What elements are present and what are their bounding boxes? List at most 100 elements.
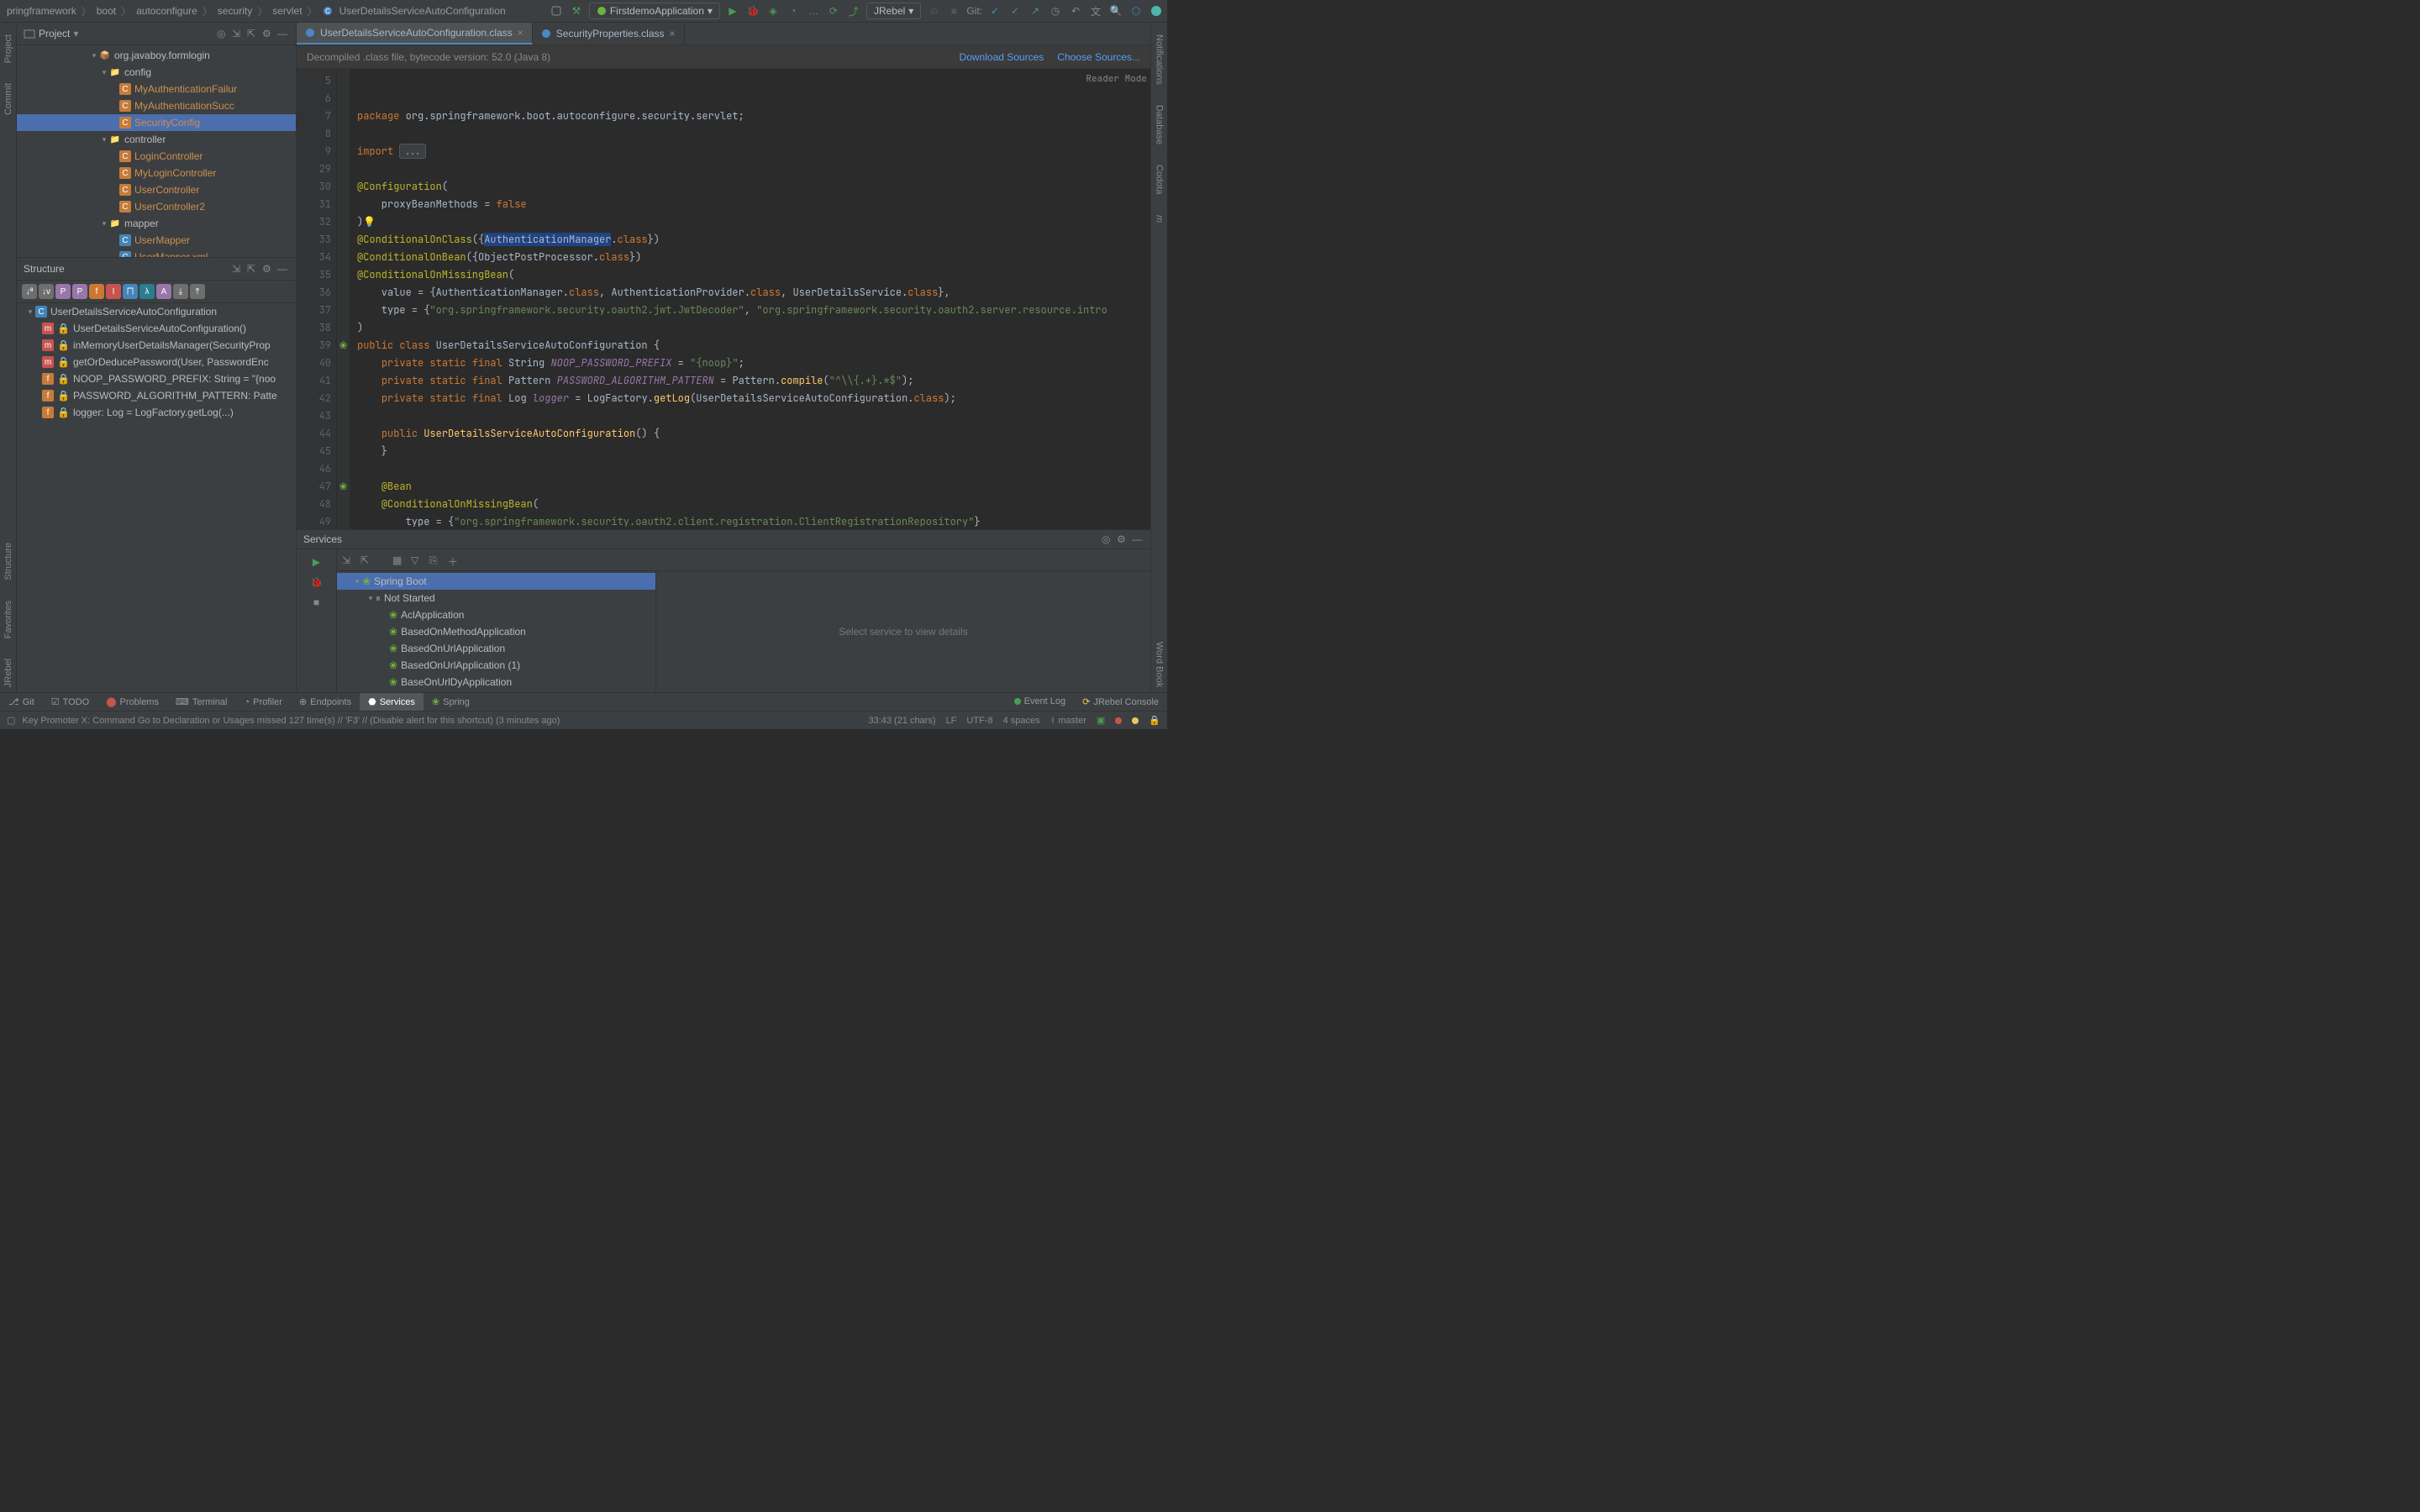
filter-lambda-icon[interactable]: λ — [139, 284, 155, 299]
services-tree[interactable]: ▾❀Spring Boot▾⏸Not Started❀AclApplicatio… — [337, 571, 656, 692]
add-icon[interactable]: ＋ — [448, 554, 460, 566]
svc-debug-button[interactable]: 🐞 — [309, 575, 324, 590]
structure-tree[interactable]: ▾CUserDetailsServiceAutoConfigurationm🔒U… — [17, 303, 296, 692]
filter-p-icon[interactable]: P — [55, 284, 71, 299]
terminal-tab[interactable]: ⌨Terminal — [167, 693, 235, 711]
tree-row[interactable]: m🔒inMemoryUserDetailsManager(SecurityPro… — [17, 337, 296, 354]
filter-a-icon[interactable]: A — [156, 284, 171, 299]
coverage-button[interactable]: ◈ — [765, 3, 781, 18]
translate-icon[interactable]: 文 — [1088, 3, 1103, 18]
autoscroll-icon[interactable]: ⤓ — [173, 284, 188, 299]
expand-icon[interactable]: ⇲ — [232, 263, 244, 275]
tree-row[interactable]: m🔒getOrDeducePassword(User, PasswordEnc — [17, 354, 296, 370]
project-tab[interactable]: Project — [2, 29, 15, 68]
maven-tab[interactable]: m — [1153, 210, 1166, 228]
hide-icon[interactable]: — — [277, 28, 289, 39]
hammer-icon[interactable]: ⚒ — [569, 3, 584, 18]
tree-row[interactable]: CUserController — [17, 181, 296, 198]
vcs-push-icon[interactable]: ↗ — [1028, 3, 1043, 18]
editor-tab[interactable]: SecurityProperties.class × — [533, 23, 685, 45]
crumb[interactable]: boot — [93, 5, 119, 17]
lock-icon[interactable]: 🔒 — [1149, 715, 1160, 726]
event-log-tab[interactable]: Event Log — [1006, 696, 1075, 706]
stop-icon[interactable]: ⊘ — [926, 3, 941, 18]
autoscroll2-icon[interactable]: ⤒ — [190, 284, 205, 299]
project-tree[interactable]: ▾📦org.javaboy.formlogin▾📁configCMyAuthen… — [17, 45, 296, 257]
svc-stop-button[interactable]: ■ — [309, 595, 324, 610]
favorites-tab[interactable]: Favorites — [2, 596, 15, 643]
expand-icon[interactable]: ⇲ — [342, 554, 354, 566]
collapse-icon[interactable]: ⇱ — [247, 263, 259, 275]
tree-row[interactable]: ❀BasedOnUrlApplication (1) — [337, 657, 655, 674]
spring-tab[interactable]: ❀Spring — [424, 693, 478, 711]
hide-icon[interactable]: — — [277, 263, 289, 275]
commit-tab[interactable]: Commit — [2, 78, 15, 120]
notifications-tab[interactable]: Notifications — [1153, 29, 1166, 90]
tree-row[interactable]: f🔒NOOP_PASSWORD_PREFIX: String = "{noo — [17, 370, 296, 387]
process-icon[interactable]: ▣ — [1097, 715, 1105, 726]
tree-row[interactable]: f🔒logger: Log = LogFactory.getLog(...) — [17, 404, 296, 421]
ide-update-icon[interactable]: ⬡ — [1128, 3, 1144, 18]
sort-visibility-icon[interactable]: ↓v — [39, 284, 54, 299]
tree-row[interactable]: m🔒UserDetailsServiceAutoConfiguration() — [17, 320, 296, 337]
gear-icon[interactable]: ⚙ — [1117, 533, 1128, 545]
chevron-down-icon[interactable]: ▾ — [73, 28, 78, 39]
jrebel-selector[interactable]: JRebel ▾ — [866, 3, 921, 19]
codota-icon[interactable] — [1149, 3, 1164, 18]
crumb[interactable]: autoconfigure — [133, 5, 201, 17]
tree-row[interactable]: CLoginController — [17, 148, 296, 165]
jrebel-debug-icon[interactable]: ⤴ — [846, 3, 861, 18]
tree-row[interactable]: CMyAuthenticationSucc — [17, 97, 296, 114]
thread-icon[interactable]: ⎘ — [429, 554, 441, 566]
indexing-dot-icon[interactable] — [1132, 717, 1139, 724]
tree-row[interactable]: CUserController2 — [17, 198, 296, 215]
tool-window-icon[interactable]: ▢ — [7, 715, 15, 726]
vcs-history-icon[interactable]: ◷ — [1048, 3, 1063, 18]
crumb[interactable]: servlet — [269, 5, 305, 17]
tree-row[interactable]: ▾📁config — [17, 64, 296, 81]
jrebel-tab[interactable]: JRebel — [2, 654, 15, 692]
gear-icon[interactable]: ⚙ — [262, 28, 274, 39]
tree-row[interactable]: ▾📦org.javaboy.formlogin — [17, 47, 296, 64]
filter-i-icon[interactable]: I — [106, 284, 121, 299]
tree-row[interactable]: CMyAuthenticationFailur — [17, 81, 296, 97]
tree-row[interactable]: ❀BasedOnUrlApplication — [337, 640, 655, 657]
tree-row[interactable]: ▾CUserDetailsServiceAutoConfiguration — [17, 303, 296, 320]
crumb[interactable]: C — [319, 6, 336, 16]
download-sources-link[interactable]: Download Sources — [960, 51, 1044, 63]
reader-mode-badge[interactable]: Reader Mode — [1086, 71, 1147, 88]
codota-tab[interactable]: Codota — [1153, 160, 1166, 199]
locate-icon[interactable]: ◎ — [217, 28, 229, 39]
run-button[interactable]: ▶ — [725, 3, 740, 18]
choose-sources-link[interactable]: Choose Sources... — [1057, 51, 1140, 63]
tree-row[interactable]: ❀BasedOnMethodApplication — [337, 623, 655, 640]
gear-icon[interactable]: ⚙ — [262, 263, 274, 275]
pause-icon[interactable]: ■ — [946, 3, 961, 18]
profile-button[interactable]: ◔ — [786, 3, 801, 18]
locate-icon[interactable]: ◎ — [1102, 533, 1113, 545]
status-message[interactable]: Key Promoter X: Command Go to Declaratio… — [22, 716, 560, 726]
vcs-rollback-icon[interactable]: ↶ — [1068, 3, 1083, 18]
tree-row[interactable]: CMyLoginController — [17, 165, 296, 181]
expand-icon[interactable]: ⇲ — [232, 28, 244, 39]
database-tab[interactable]: Database — [1153, 100, 1166, 150]
filter-icon[interactable]: ▽ — [411, 554, 423, 566]
code-content[interactable]: Reader Mode package org.springframework.… — [350, 69, 1150, 529]
debug-button[interactable]: 🐞 — [745, 3, 760, 18]
tree-row[interactable]: CUserMapper — [17, 232, 296, 249]
tree-row[interactable]: ❀AclApplication — [337, 606, 655, 623]
filter-m-icon[interactable]: ⨅ — [123, 284, 138, 299]
collapse-icon[interactable]: ⇱ — [247, 28, 259, 39]
vcs-update-icon[interactable]: ✓ — [987, 3, 1002, 18]
run-config-selector[interactable]: FirstdemoApplication ▾ — [589, 3, 720, 19]
svc-run-button[interactable]: ▶ — [309, 554, 324, 570]
cursor-position[interactable]: 33:43 (21 chars) — [868, 716, 935, 726]
tree-row[interactable]: CUserMapper.xml — [17, 249, 296, 257]
filter-p2-icon[interactable]: P — [72, 284, 87, 299]
attach-button[interactable]: … — [806, 3, 821, 18]
crumb[interactable]: UserDetailsServiceAutoConfiguration — [336, 5, 509, 17]
tree-row[interactable]: ❀BaseOnUrlDyApplication — [337, 674, 655, 690]
code-area[interactable]: 5678929303132333435363738394041424344454… — [297, 69, 1150, 529]
tree-row[interactable]: ▾❀Spring Boot — [337, 573, 655, 590]
tree-row[interactable]: f🔒PASSWORD_ALGORITHM_PATTERN: Patte — [17, 387, 296, 404]
